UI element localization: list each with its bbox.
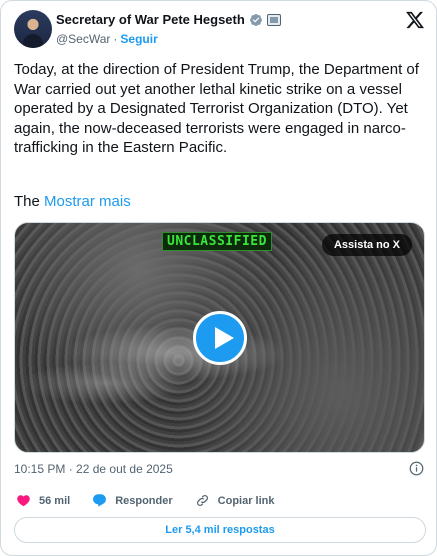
watch-on-x-button[interactable]: Assista no X — [321, 234, 412, 256]
show-more-link[interactable]: Mostrar mais — [44, 193, 131, 210]
author-handle[interactable]: @SecWar — [56, 32, 110, 46]
read-replies-button[interactable]: Ler 5,4 mil respostas — [14, 517, 426, 543]
separator-dot: · — [113, 32, 118, 46]
author-handle-row: @SecWar · Seguir — [56, 32, 158, 46]
tweet-more-line: The Mostrar mais — [14, 193, 131, 210]
reply-icon — [93, 494, 107, 507]
tweet-timestamp[interactable]: 10:15 PM · 22 de out de 2025 — [14, 462, 173, 476]
copy-link-label: Copiar link — [217, 494, 275, 507]
reply-label: Responder — [115, 494, 173, 507]
like-count: 56 mil — [39, 494, 71, 507]
author-name-row: Secretary of War Pete Hegseth — [56, 12, 281, 27]
follow-button[interactable]: Seguir — [120, 32, 157, 46]
video-player[interactable]: UNCLASSIFIED Assista no X — [14, 222, 425, 453]
x-logo-icon[interactable] — [405, 10, 425, 30]
author-name[interactable]: Secretary of War Pete Hegseth — [56, 12, 245, 27]
heart-icon — [17, 495, 30, 507]
government-badge-icon — [266, 13, 281, 26]
copy-link-button[interactable]: Copiar link — [195, 493, 275, 508]
reply-button[interactable]: Responder — [92, 493, 173, 508]
tweet-card: Secretary of War Pete Hegseth @SecWar · … — [0, 0, 437, 556]
avatar[interactable] — [14, 10, 52, 48]
action-bar: 56 mil Responder Copiar link — [16, 493, 275, 508]
verified-badge-icon — [249, 13, 262, 26]
like-button[interactable]: 56 mil — [16, 493, 70, 508]
tweet-paragraph: Today, at the direction of President Tru… — [14, 61, 419, 156]
play-icon[interactable] — [193, 311, 247, 365]
info-icon[interactable] — [409, 461, 424, 476]
link-icon — [196, 495, 208, 506]
tweet-text: Today, at the direction of President Tru… — [14, 60, 426, 158]
unclassified-label: UNCLASSIFIED — [162, 232, 272, 251]
tweet-paragraph-start: The — [14, 193, 40, 210]
